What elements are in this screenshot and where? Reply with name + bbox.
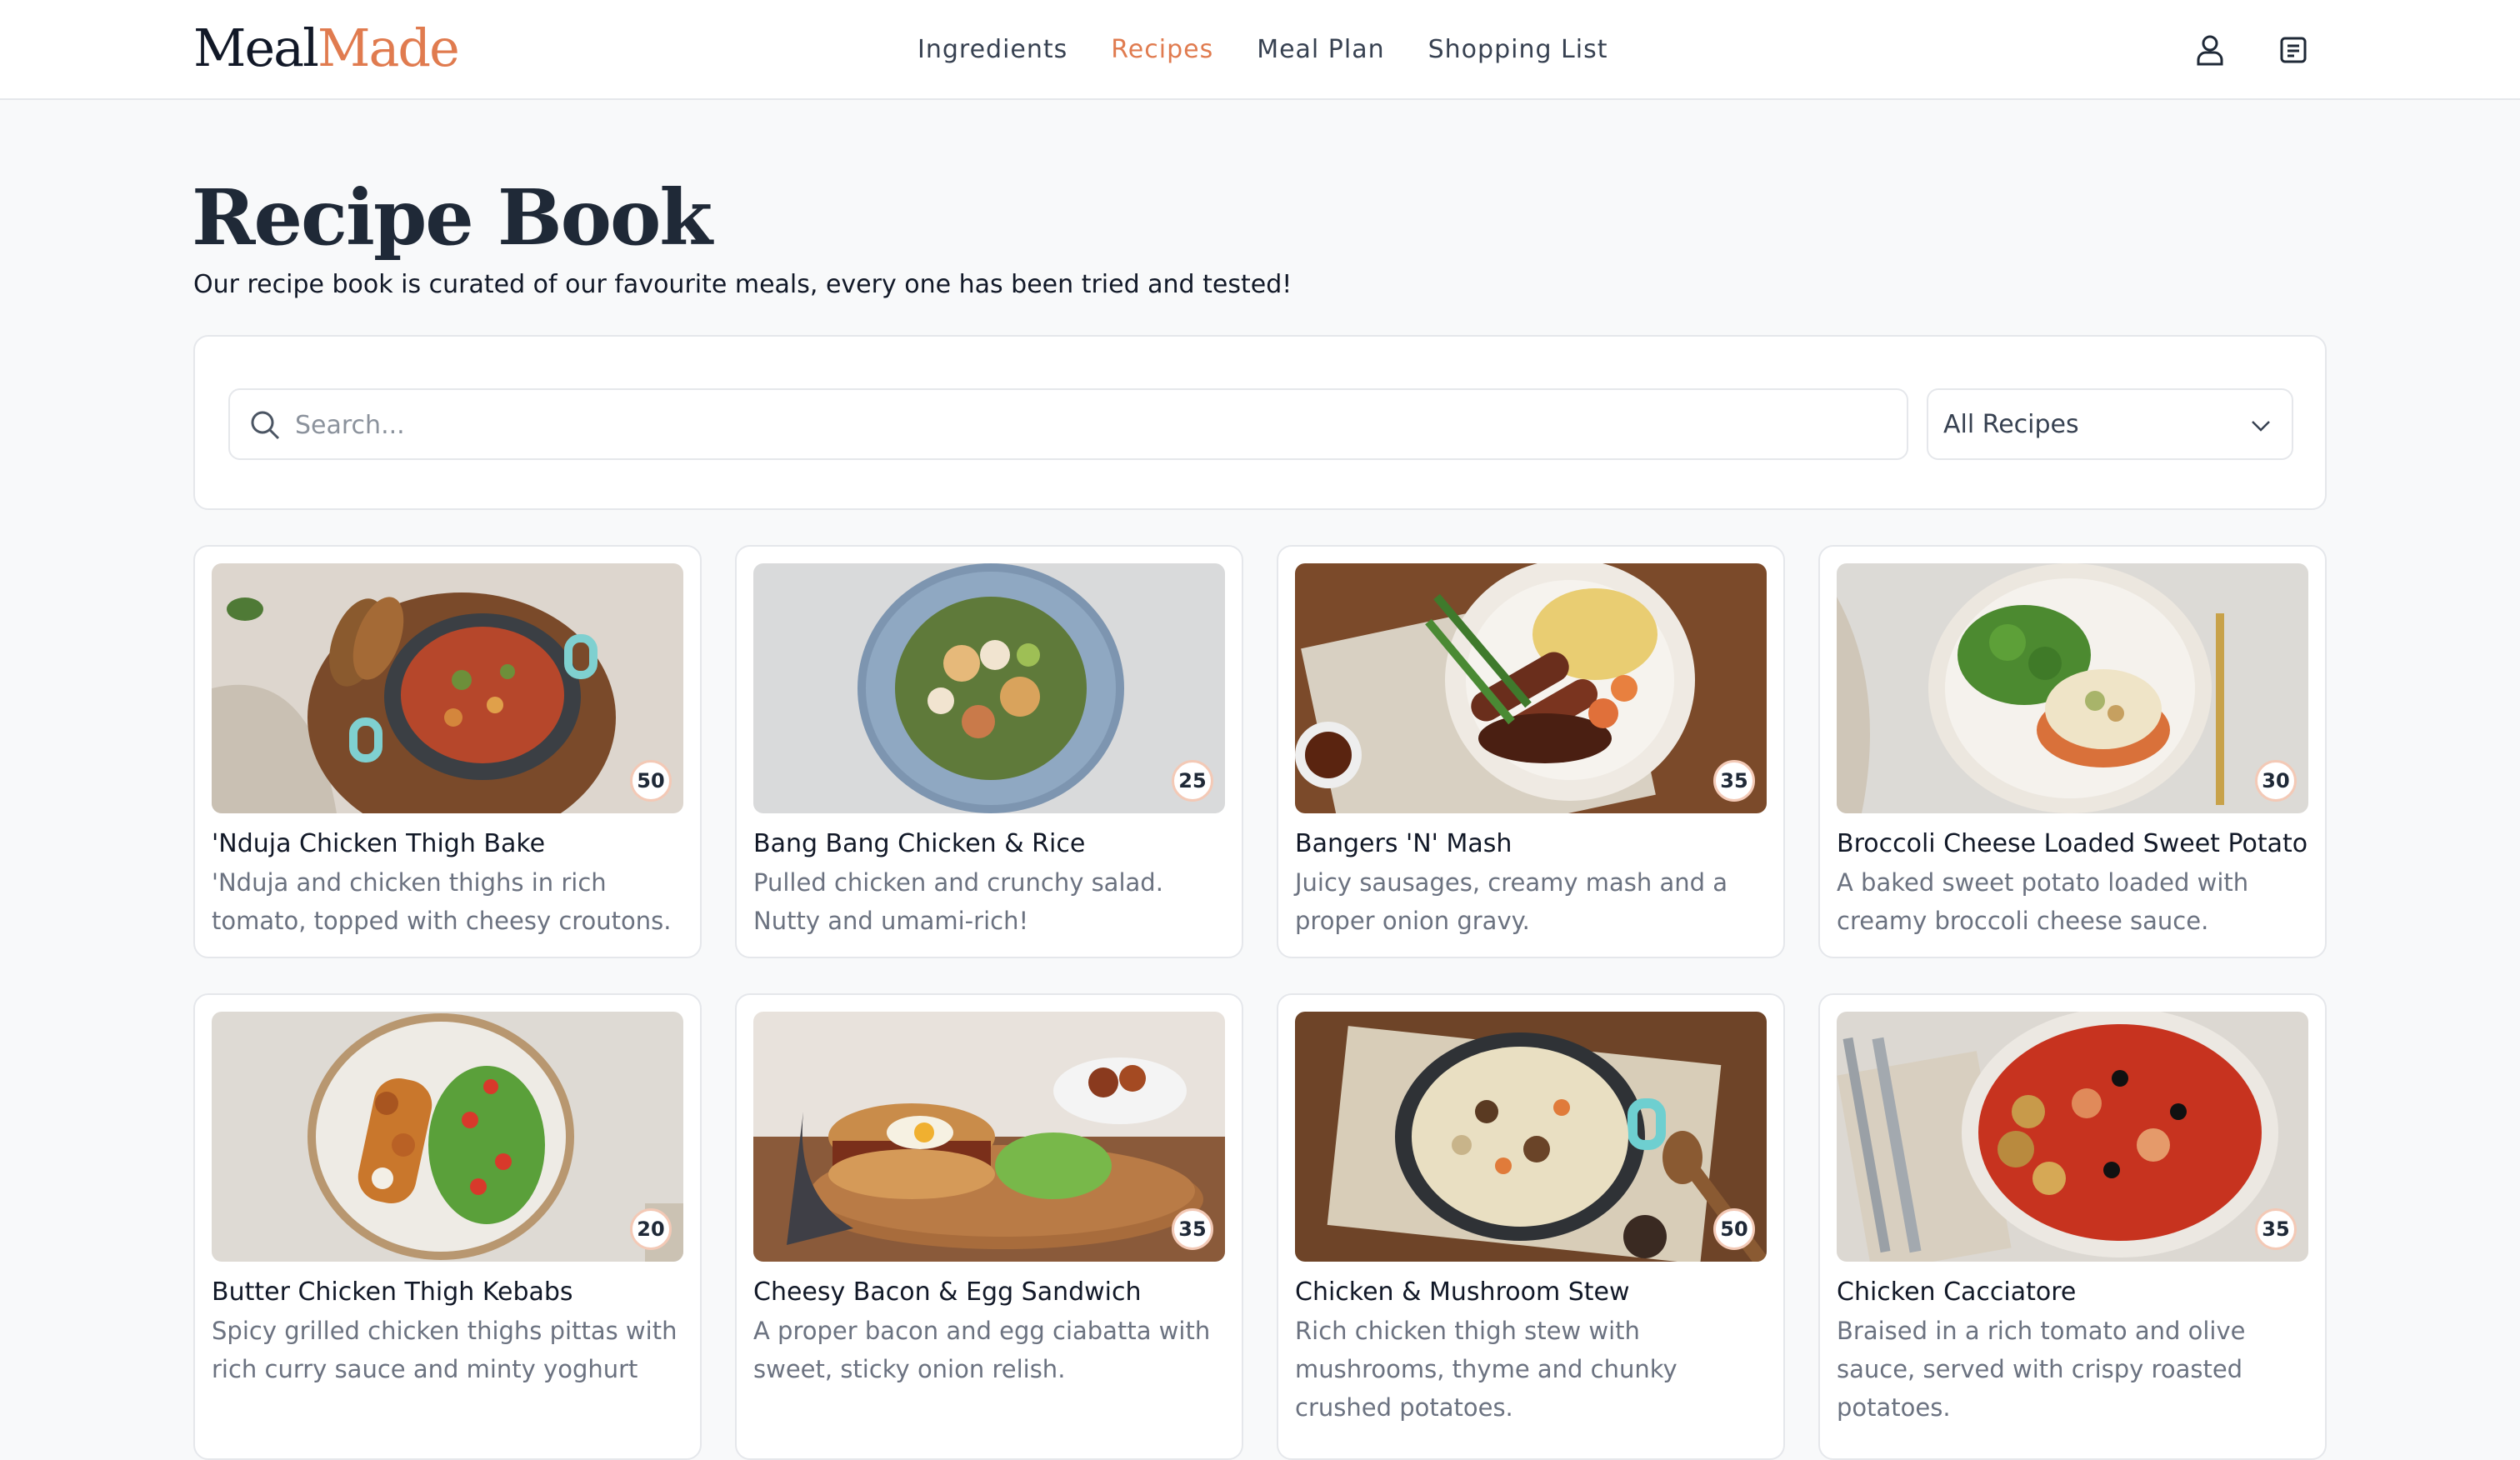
recipe-description: Juicy sausages, creamy mash and a proper… — [1295, 868, 1728, 935]
recipe-photo: 25 — [753, 563, 1225, 813]
recipe-photo: 35 — [753, 1012, 1225, 1262]
recipe-title: Cheesy Bacon & Egg Sandwich — [753, 1278, 1142, 1307]
recipe-description: A proper bacon and egg ciabatta with swe… — [753, 1317, 1211, 1383]
recipe-description: A baked sweet potato loaded with creamy … — [1837, 868, 2249, 935]
cook-time-badge: 35 — [1172, 1208, 1213, 1250]
brand-logo[interactable]: MealMade — [193, 12, 460, 85]
brand-logo-part2: Made — [317, 18, 460, 78]
recipe-description: 'Nduja and chicken thighs in rich tomato… — [212, 868, 672, 935]
recipe-card[interactable]: 50 'Nduja Chicken Thigh Bake 'Nduja and … — [193, 545, 702, 958]
nav-item-shopping-list[interactable]: Shopping List — [1428, 30, 1608, 70]
recipe-photo: 50 — [1295, 1012, 1767, 1262]
recipe-description: Pulled chicken and crunchy salad. Nutty … — [753, 868, 1163, 935]
page-subtitle: Our recipe book is curated of our favour… — [193, 270, 1292, 299]
recipe-description: Rich chicken thigh stew with mushrooms, … — [1295, 1317, 1678, 1422]
recipe-photo: 30 — [1837, 563, 2308, 813]
recipe-card[interactable]: 20 Butter Chicken Thigh Kebabs Spicy gri… — [193, 993, 702, 1460]
recipe-photo: 35 — [1295, 563, 1767, 813]
user-icon[interactable] — [2190, 30, 2230, 70]
recipe-title: Chicken & Mushroom Stew — [1295, 1278, 1630, 1307]
recipe-title: Bangers 'N' Mash — [1295, 829, 1512, 858]
nav-item-ingredients[interactable]: Ingredients — [918, 30, 1068, 70]
search-input[interactable] — [295, 403, 1878, 447]
search-box[interactable] — [228, 388, 1908, 460]
recipe-title: Butter Chicken Thigh Kebabs — [212, 1278, 573, 1307]
page-title: Recipe Book — [192, 172, 712, 262]
recipe-title: Bang Bang Chicken & Rice — [753, 829, 1086, 858]
recipe-filter-select[interactable]: All Recipes — [1927, 388, 2293, 460]
filter-panel: All Recipes — [193, 335, 2327, 510]
cook-time-badge: 20 — [630, 1208, 672, 1250]
recipe-card[interactable]: 50 Chicken & Mushroom Stew Rich chicken … — [1277, 993, 1785, 1460]
recipe-photo: 50 — [212, 563, 683, 813]
recipe-photo: 20 — [212, 1012, 683, 1262]
receipt-icon[interactable] — [2273, 30, 2313, 70]
nav-item-recipes[interactable]: Recipes — [1111, 30, 1213, 70]
brand-logo-part1: Meal — [193, 18, 319, 78]
search-icon — [251, 411, 280, 440]
cook-time-badge: 50 — [630, 760, 672, 802]
recipe-title: Broccoli Cheese Loaded Sweet Potato — [1837, 829, 2308, 858]
recipe-filter-value: All Recipes — [1943, 410, 2079, 439]
recipe-card[interactable]: 35 Bangers 'N' Mash Juicy sausages, crea… — [1277, 545, 1785, 958]
recipe-title: 'Nduja Chicken Thigh Bake — [212, 829, 546, 858]
recipe-card[interactable]: 35 Cheesy Bacon & Egg Sandwich A proper … — [735, 993, 1243, 1460]
top-navbar: MealMade Ingredients Recipes Meal Plan S… — [0, 0, 2520, 100]
cook-time-badge: 25 — [1172, 760, 1213, 802]
recipe-description: Braised in a rich tomato and olive sauce… — [1837, 1317, 2246, 1422]
cook-time-badge: 30 — [2255, 760, 2297, 802]
nav-item-meal-plan[interactable]: Meal Plan — [1257, 30, 1384, 70]
cook-time-badge: 35 — [1713, 760, 1755, 802]
recipe-card[interactable]: 30 Broccoli Cheese Loaded Sweet Potato A… — [1818, 545, 2327, 958]
recipe-title: Chicken Cacciatore — [1837, 1278, 2077, 1307]
recipe-description: Spicy grilled chicken thighs pittas with… — [212, 1317, 678, 1383]
cook-time-badge: 50 — [1713, 1208, 1755, 1250]
chevron-down-icon — [2252, 421, 2270, 432]
main-nav: Ingredients Recipes Meal Plan Shopping L… — [918, 30, 1608, 70]
recipe-photo: 35 — [1837, 1012, 2308, 1262]
recipe-card[interactable]: 35 Chicken Cacciatore Braised in a rich … — [1818, 993, 2327, 1460]
cook-time-badge: 35 — [2255, 1208, 2297, 1250]
recipe-card[interactable]: 25 Bang Bang Chicken & Rice Pulled chick… — [735, 545, 1243, 958]
